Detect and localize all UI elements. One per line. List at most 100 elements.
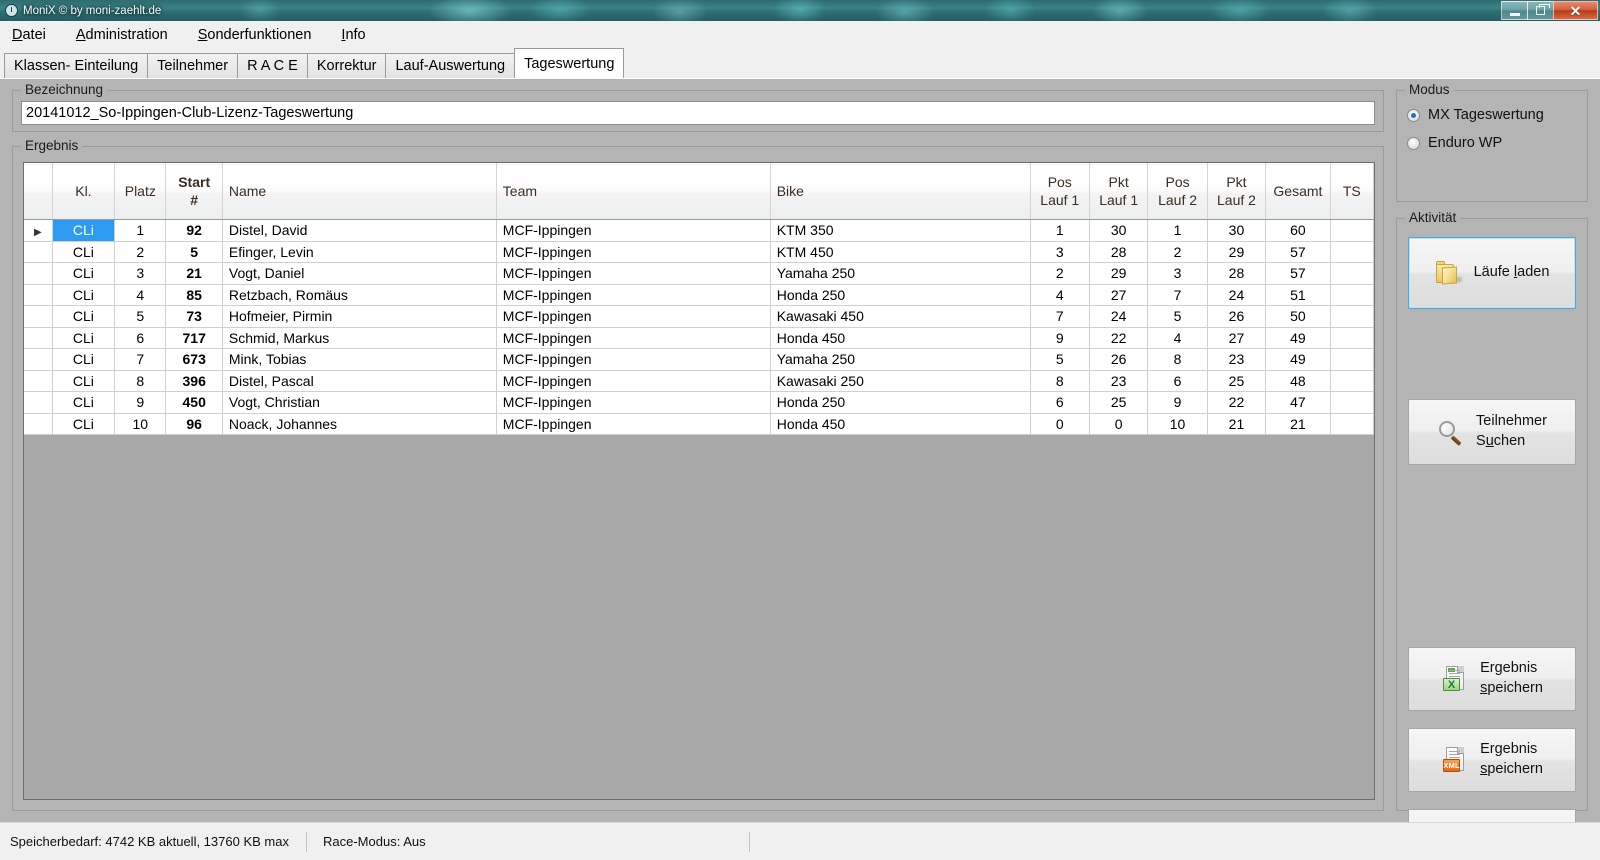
cell-pkt-lauf2[interactable]: 29	[1207, 241, 1267, 263]
cell-ts[interactable]	[1330, 262, 1374, 285]
table-row[interactable]: CLi 7 673 Mink, Tobias MCF-Ippingen Yamaha 25…	[24, 348, 1374, 371]
minimize-icon[interactable]	[1501, 1, 1528, 20]
close-icon[interactable]: ✕	[1553, 1, 1598, 20]
cell-gesamt[interactable]: 57	[1265, 241, 1331, 263]
cell-ts[interactable]	[1330, 413, 1374, 435]
bezeichnung-input[interactable]	[21, 101, 1375, 125]
col-header-pkt-lauf1[interactable]: Pkt Lauf 1	[1089, 163, 1149, 220]
cell-kl[interactable]: CLi	[52, 284, 116, 306]
col-header-ts[interactable]: TS	[1330, 163, 1374, 220]
cell-pos-lauf2[interactable]: 8	[1147, 348, 1208, 371]
ergebnis-speichern-excel-button[interactable]: X Ergebnis speichern	[1408, 647, 1576, 711]
cell-bike[interactable]: Yamaha 250	[770, 348, 1031, 371]
cell-gesamt[interactable]: 51	[1265, 284, 1331, 306]
cell-kl[interactable]: CLi	[52, 348, 116, 371]
cell-start[interactable]: 717	[165, 327, 223, 349]
cell-team[interactable]: MCF-Ippingen	[496, 284, 771, 306]
table-row[interactable]: CLi 8 396 Distel, Pascal MCF-Ippingen Kawasak…	[24, 370, 1374, 392]
maximize-icon[interactable]	[1527, 1, 1554, 20]
cell-pos-lauf2[interactable]: 5	[1147, 305, 1208, 328]
cell-pos-lauf2[interactable]: 3	[1147, 262, 1208, 285]
cell-ts[interactable]	[1330, 284, 1374, 306]
cell-gesamt[interactable]: 47	[1265, 391, 1331, 414]
table-row[interactable]: CLi 10 96 Noack, Johannes MCF-Ippingen Honda …	[24, 413, 1374, 435]
menu-item-info[interactable]: Info	[341, 27, 365, 43]
cell-ts[interactable]	[1330, 241, 1374, 263]
cell-start[interactable]: 21	[165, 262, 223, 285]
radio-enduro-wp[interactable]: Enduro WP	[1407, 135, 1502, 151]
cell-pos-lauf1[interactable]: 0	[1030, 413, 1090, 435]
cell-name[interactable]: Distel, David	[222, 219, 497, 242]
cell-team[interactable]: MCF-Ippingen	[496, 348, 771, 371]
cell-pkt-lauf1[interactable]: 28	[1089, 241, 1149, 263]
cell-pos-lauf2[interactable]: 4	[1147, 327, 1208, 349]
cell-platz[interactable]: 3	[114, 262, 167, 285]
cell-bike[interactable]: Kawasaki 450	[770, 305, 1031, 328]
cell-pos-lauf1[interactable]: 3	[1030, 241, 1090, 263]
cell-bike[interactable]: Honda 250	[770, 391, 1031, 414]
cell-platz[interactable]: 5	[114, 305, 167, 328]
cell-ts[interactable]	[1330, 327, 1374, 349]
cell-pkt-lauf2[interactable]: 21	[1207, 413, 1267, 435]
row-indicator-cell[interactable]	[24, 413, 53, 435]
cell-kl[interactable]: CLi	[52, 327, 116, 349]
cell-pos-lauf1[interactable]: 8	[1030, 370, 1090, 392]
tab-teilnehmer[interactable]: Teilnehmer	[147, 53, 239, 78]
cell-bike[interactable]: KTM 450	[770, 241, 1031, 263]
cell-pkt-lauf1[interactable]: 0	[1089, 413, 1149, 435]
cell-bike[interactable]: Honda 450	[770, 413, 1031, 435]
cell-pos-lauf2[interactable]: 9	[1147, 391, 1208, 414]
table-row[interactable]: CLi 6 717 Schmid, Markus MCF-Ippingen Honda 4…	[24, 327, 1374, 349]
cell-name[interactable]: Mink, Tobias	[222, 348, 497, 371]
cell-team[interactable]: MCF-Ippingen	[496, 413, 771, 435]
cell-kl[interactable]: CLi	[52, 262, 116, 285]
cell-ts[interactable]	[1330, 219, 1374, 242]
cell-ts[interactable]	[1330, 305, 1374, 328]
table-row[interactable]: CLi 2 5 Efinger, Levin MCF-Ippingen KTM 450 3 2…	[24, 241, 1374, 263]
cell-platz[interactable]: 7	[114, 348, 167, 371]
row-indicator-cell[interactable]	[24, 284, 53, 306]
cell-pkt-lauf2[interactable]: 23	[1207, 348, 1267, 371]
cell-bike[interactable]: Honda 450	[770, 327, 1031, 349]
cell-start[interactable]: 673	[165, 348, 223, 371]
teilnehmer-suchen-button[interactable]: Teilnehmer Suchen	[1408, 399, 1576, 465]
cell-gesamt[interactable]: 48	[1265, 370, 1331, 392]
row-indicator-cell[interactable]	[24, 241, 53, 263]
menu-item-sonderfunktionen[interactable]: Sonderfunktionen	[198, 27, 312, 43]
cell-kl[interactable]: CLi	[52, 413, 116, 435]
cell-platz[interactable]: 1	[114, 219, 167, 242]
cell-name[interactable]: Distel, Pascal	[222, 370, 497, 392]
cell-bike[interactable]: Honda 250	[770, 284, 1031, 306]
cell-team[interactable]: MCF-Ippingen	[496, 305, 771, 328]
cell-team[interactable]: MCF-Ippingen	[496, 391, 771, 414]
cell-gesamt[interactable]: 49	[1265, 327, 1331, 349]
tab-korrektur[interactable]: Korrektur	[306, 53, 387, 78]
col-header-start[interactable]: Start #	[165, 163, 223, 220]
cell-pos-lauf1[interactable]: 6	[1030, 391, 1090, 414]
cell-pos-lauf1[interactable]: 4	[1030, 284, 1090, 306]
cell-pos-lauf2[interactable]: 10	[1147, 413, 1208, 435]
row-indicator-cell[interactable]	[24, 391, 53, 414]
table-row[interactable]: CLi 4 85 Retzbach, Romäus MCF-Ippingen Honda …	[24, 284, 1374, 306]
row-indicator-cell[interactable]: ▶	[24, 219, 53, 242]
tab-race[interactable]: R A C E	[237, 53, 308, 78]
cell-pkt-lauf2[interactable]: 24	[1207, 284, 1267, 306]
cell-pkt-lauf1[interactable]: 30	[1089, 219, 1149, 242]
cell-platz[interactable]: 4	[114, 284, 167, 306]
cell-name[interactable]: Efinger, Levin	[222, 241, 497, 263]
row-indicator-cell[interactable]	[24, 262, 53, 285]
cell-team[interactable]: MCF-Ippingen	[496, 370, 771, 392]
cell-platz[interactable]: 2	[114, 241, 167, 263]
cell-pkt-lauf1[interactable]: 29	[1089, 262, 1149, 285]
cell-pos-lauf2[interactable]: 1	[1147, 219, 1208, 242]
col-header-pkt-lauf2[interactable]: Pkt Lauf 2	[1207, 163, 1267, 220]
table-row[interactable]: ▶ CLi 1 92 Distel, David MCF-Ippingen KTM 350 1…	[24, 219, 1374, 242]
cell-pkt-lauf2[interactable]: 27	[1207, 327, 1267, 349]
col-header-name[interactable]: Name	[222, 163, 497, 220]
cell-start[interactable]: 92	[165, 219, 223, 242]
cell-platz[interactable]: 6	[114, 327, 167, 349]
row-indicator-cell[interactable]	[24, 348, 53, 371]
cell-bike[interactable]: KTM 350	[770, 219, 1031, 242]
cell-name[interactable]: Vogt, Daniel	[222, 262, 497, 285]
cell-ts[interactable]	[1330, 391, 1374, 414]
